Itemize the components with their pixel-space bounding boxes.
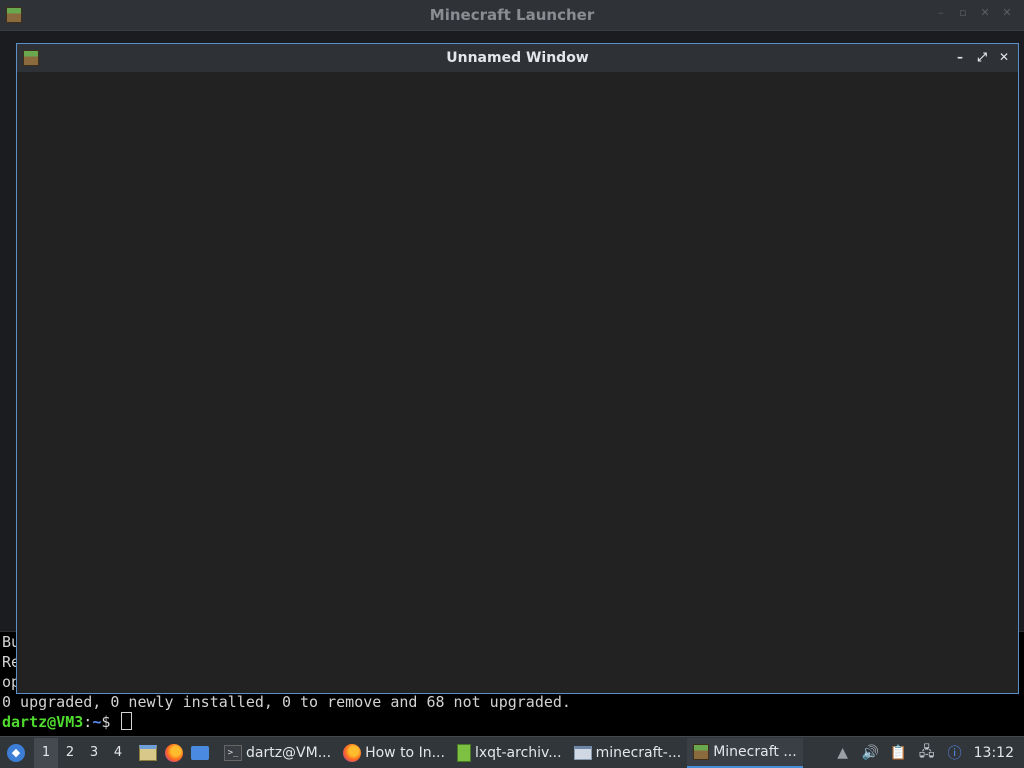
volume-icon[interactable]: 🔊 bbox=[862, 744, 880, 762]
desktop-3-button[interactable]: 3 bbox=[82, 738, 106, 768]
task-minecraft-launcher[interactable]: Minecraft ... bbox=[687, 737, 803, 768]
prompt-separator: : bbox=[83, 713, 93, 731]
desktop-4-button[interactable]: 4 bbox=[106, 738, 130, 768]
launcher-title: Minecraft Launcher bbox=[429, 6, 595, 24]
firefox-icon bbox=[343, 743, 362, 762]
task-firefox[interactable]: How to In... bbox=[337, 738, 451, 768]
launcher-window-controls: – ▫ ✕ ✕ bbox=[934, 6, 1014, 20]
terminal-cursor bbox=[121, 712, 133, 730]
desktop-switcher: 1 2 3 4 bbox=[34, 737, 130, 768]
firefox-icon bbox=[165, 743, 183, 762]
system-tray: ▲ 🔊 📋 🖧 ⓘ 13:12 bbox=[834, 744, 1014, 762]
desktop-2-button[interactable]: 2 bbox=[58, 738, 82, 768]
file-manager-icon bbox=[139, 744, 157, 761]
terminal-prompt[interactable]: dartz@VM3:~$ bbox=[2, 712, 133, 732]
launcher-minimize-button[interactable]: – bbox=[934, 6, 948, 20]
clipboard-icon[interactable]: 📋 bbox=[890, 744, 908, 762]
window-icon bbox=[573, 745, 592, 760]
update-notifier-icon[interactable]: ⓘ bbox=[946, 744, 964, 762]
task-archiver[interactable]: lxqt-archiv... bbox=[451, 738, 568, 768]
task-label: How to In... bbox=[365, 744, 445, 761]
task-label: dartz@VM... bbox=[246, 744, 332, 761]
grass-block-icon bbox=[23, 50, 39, 66]
file-manager-launcher[interactable] bbox=[138, 743, 158, 763]
prompt-user: dartz@VM3 bbox=[2, 713, 84, 731]
application-menu-button[interactable]: ◆ bbox=[2, 738, 30, 768]
show-desktop-icon bbox=[191, 745, 209, 760]
quick-launch bbox=[138, 743, 210, 763]
task-label: Minecraft ... bbox=[713, 743, 797, 760]
unnamed-window-titlebar[interactable]: Unnamed Window – ⤢ ✕ bbox=[17, 44, 1018, 72]
task-label: lxqt-archiv... bbox=[474, 744, 562, 761]
launcher-titlebar[interactable]: Minecraft Launcher – ▫ ✕ ✕ bbox=[0, 0, 1024, 31]
unnamed-window-content[interactable] bbox=[17, 72, 1018, 693]
terminal-summary-line: 0 upgraded, 0 newly installed, 0 to remo… bbox=[2, 693, 571, 711]
prompt-symbol: $ bbox=[101, 713, 120, 731]
minimize-button[interactable]: – bbox=[952, 49, 968, 65]
task-minecraft-folder[interactable]: minecraft-... bbox=[568, 738, 688, 768]
close-button[interactable]: ✕ bbox=[996, 49, 1012, 65]
launcher-extra-button[interactable]: ✕ bbox=[1000, 6, 1014, 20]
firefox-launcher[interactable] bbox=[164, 743, 184, 763]
task-label: minecraft-... bbox=[595, 744, 682, 761]
task-terminal[interactable]: >_ dartz@VM... bbox=[218, 738, 337, 768]
unnamed-window-controls: – ⤢ ✕ bbox=[952, 49, 1012, 65]
terminal-icon: >_ bbox=[224, 744, 242, 761]
archive-icon bbox=[456, 743, 471, 762]
prompt-path: ~ bbox=[92, 713, 102, 731]
unnamed-window-title: Unnamed Window bbox=[446, 50, 589, 66]
taskbar: ◆ 1 2 3 4 >_ dartz@VM... How to In... lx… bbox=[0, 736, 1024, 768]
unnamed-window: Unnamed Window – ⤢ ✕ bbox=[16, 43, 1019, 694]
launcher-close-button[interactable]: ✕ bbox=[978, 6, 992, 20]
network-icon[interactable]: 🖧 bbox=[918, 744, 936, 762]
scroll-up-icon[interactable]: ▲ bbox=[834, 744, 852, 762]
desktop-1-button[interactable]: 1 bbox=[34, 737, 58, 768]
show-desktop-launcher[interactable] bbox=[190, 743, 210, 763]
lubuntu-logo-icon: ◆ bbox=[7, 743, 25, 762]
maximize-button[interactable]: ⤢ bbox=[974, 49, 990, 65]
clock[interactable]: 13:12 bbox=[974, 745, 1014, 761]
grass-block-icon bbox=[693, 743, 710, 760]
launcher-maximize-button[interactable]: ▫ bbox=[956, 6, 970, 20]
